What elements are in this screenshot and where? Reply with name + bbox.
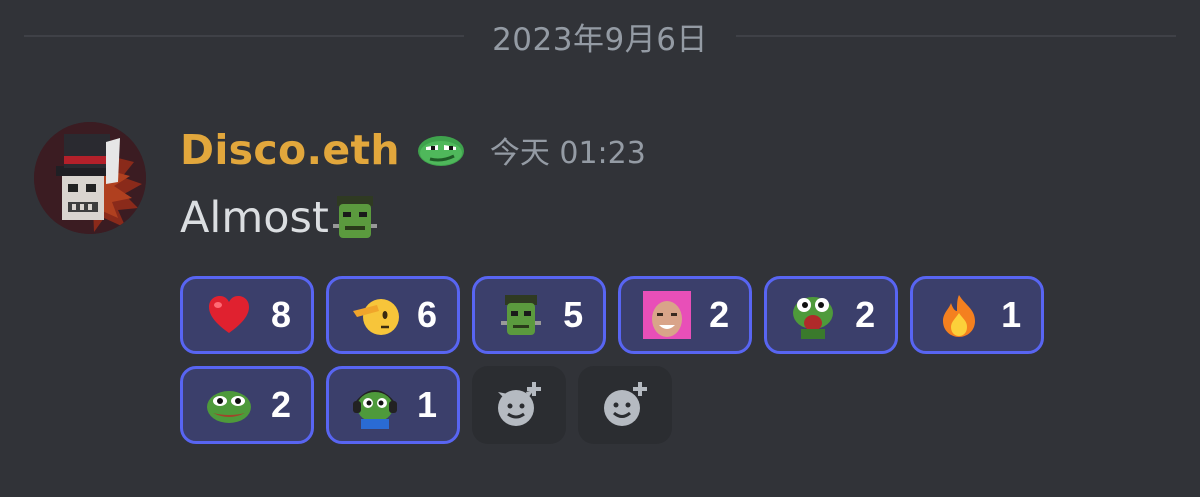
- reaction-count: 8: [271, 294, 292, 335]
- reaction-count: 1: [417, 384, 438, 425]
- timestamp: 今天 01:23: [489, 136, 646, 171]
- message-header: Disco.eth 今天 01:23: [180, 122, 646, 178]
- saluting-face-emoji: [353, 299, 400, 335]
- pepe-shouting-emoji: [793, 297, 834, 339]
- reaction-count: 2: [271, 384, 292, 425]
- reaction-pink-guy[interactable]: 2: [618, 276, 753, 354]
- pink-guy-emoji: [643, 291, 692, 339]
- reaction-count: 1: [1001, 294, 1022, 335]
- pepe-emoji: [207, 391, 251, 423]
- date-label: 2023年9月6日: [492, 21, 708, 58]
- reaction-pepe[interactable]: 2: [180, 366, 315, 444]
- divider-line-left: [24, 35, 465, 37]
- reaction-count: 2: [709, 294, 730, 335]
- reaction-count: 2: [855, 294, 876, 335]
- reaction-count: 5: [563, 294, 584, 335]
- frankenstein-emoji: [501, 295, 542, 335]
- reaction-heart[interactable]: 8: [180, 276, 315, 354]
- date-divider: 2023年9月6日: [24, 14, 1176, 58]
- reaction-pepe-shouting[interactable]: 2: [764, 276, 899, 354]
- add-super-reaction-icon: [498, 382, 542, 426]
- avatar-image: [34, 122, 146, 234]
- pepe-headset-emoji: [353, 390, 398, 429]
- reaction-fire[interactable]: 1: [910, 276, 1045, 354]
- reaction-salute[interactable]: 6: [326, 276, 461, 354]
- pepe-smirk-icon[interactable]: [416, 132, 466, 168]
- add-super-reaction-button[interactable]: [472, 366, 567, 444]
- message-content: Almost: [180, 190, 377, 246]
- add-reaction-icon: [604, 382, 648, 426]
- reaction-pepe-headset[interactable]: 1: [326, 366, 461, 444]
- reaction-frankenstein[interactable]: 5: [472, 276, 607, 354]
- frankenstein-emoji: [332, 196, 377, 238]
- message-text: Almost: [180, 193, 329, 243]
- avatar[interactable]: [34, 122, 146, 234]
- reactions-row-2: 2 1: [180, 366, 673, 444]
- fire-emoji: [943, 295, 976, 337]
- divider-line-right: [735, 35, 1176, 37]
- username[interactable]: Disco.eth: [180, 126, 400, 174]
- reaction-count: 6: [417, 294, 438, 335]
- chat-page: 2023年9月6日 Disco.eth 今天 01:23 Almost 8 6 …: [0, 0, 1200, 497]
- add-reaction-button[interactable]: [578, 366, 673, 444]
- red-heart-emoji: [209, 296, 249, 333]
- reactions-row-1: 8 6 5 2 2 1: [180, 276, 1045, 354]
